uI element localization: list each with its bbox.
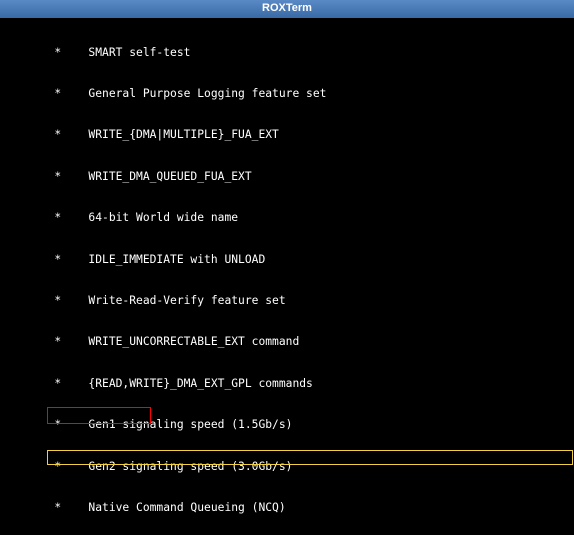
feature-line: * General Purpose Logging feature set [0, 87, 574, 101]
feature-line: * {READ,WRITE}_DMA_EXT_GPL commands [0, 377, 574, 391]
window-title: ROXTerm [262, 2, 312, 16]
feature-line: * WRITE_{DMA|MULTIPLE}_FUA_EXT [0, 128, 574, 142]
feature-line: * Native Command Queueing (NCQ) [0, 501, 574, 515]
feature-line: * Write-Read-Verify feature set [0, 294, 574, 308]
feature-line: * Gen2 signaling speed (3.0Gb/s) [0, 460, 574, 474]
feature-line: * WRITE_DMA_QUEUED_FUA_EXT [0, 170, 574, 184]
feature-line: * SMART self-test [0, 46, 574, 60]
feature-line: * WRITE_UNCORRECTABLE_EXT command [0, 335, 574, 349]
feature-line: * Gen1 signaling speed (1.5Gb/s) [0, 418, 574, 432]
titlebar[interactable]: ROXTerm [0, 0, 574, 18]
feature-line: * IDLE_IMMEDIATE with UNLOAD [0, 253, 574, 267]
terminal-body[interactable]: * SMART self-test * General Purpose Logg… [0, 18, 574, 535]
terminal-window: ROXTerm * SMART self-test * General Purp… [0, 0, 574, 535]
feature-line: * 64-bit World wide name [0, 211, 574, 225]
